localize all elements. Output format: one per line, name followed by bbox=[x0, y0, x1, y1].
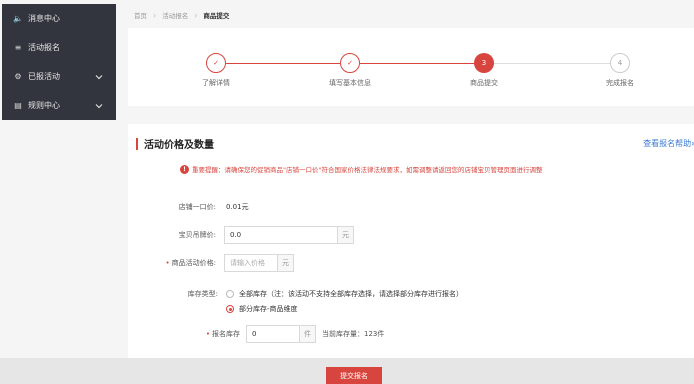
step-number: 4 bbox=[610, 53, 630, 73]
sidebar-item-reported-activities[interactable]: ⚙ 已报活动 bbox=[2, 62, 116, 91]
chevron-right-icon: › bbox=[153, 10, 157, 20]
sidebar-item-label: 活动报名 bbox=[28, 43, 60, 52]
activity-price-label: • 商品活动价格: bbox=[165, 259, 217, 267]
sidebar: 🔈 消息中心 ≡ 活动报名 ⚙ 已报活动 ▤ 规则中心 bbox=[2, 4, 116, 120]
unit-label: 元 bbox=[277, 255, 293, 271]
sidebar-item-label: 消息中心 bbox=[28, 14, 60, 23]
sidebar-item-label: 规则中心 bbox=[28, 101, 60, 110]
progress-steps: ✓ 了解详情 ✓ 填写基本信息 3 商品提交 4 完成报名 bbox=[128, 28, 694, 106]
chevron-right-icon: › bbox=[194, 10, 198, 20]
title-accent-bar bbox=[136, 137, 138, 150]
help-link[interactable]: 查看报名帮助» bbox=[643, 138, 694, 149]
tag-price-row: 宝贝吊牌价: 0.0 元 bbox=[128, 226, 354, 244]
gear-icon: ⚙ bbox=[14, 72, 22, 81]
step-3: 3 商品提交 bbox=[434, 53, 534, 88]
store-price-value: 0.01元 bbox=[226, 203, 249, 211]
check-icon: ✓ bbox=[206, 53, 226, 73]
breadcrumb-home[interactable]: 首页 bbox=[134, 10, 147, 20]
step-2: ✓ 填写基本信息 bbox=[300, 53, 400, 88]
sidebar-item-messages[interactable]: 🔈 消息中心 bbox=[2, 4, 116, 33]
warning-icon: ! bbox=[180, 164, 189, 174]
chevron-down-icon[interactable] bbox=[95, 102, 103, 110]
radio-button[interactable] bbox=[226, 305, 234, 313]
signup-stock-input[interactable]: 0 件 bbox=[246, 325, 316, 343]
step-number: 3 bbox=[474, 53, 494, 73]
inventory-type-label: 库存类型: bbox=[187, 290, 218, 298]
notice-banner: ! 重要提醒：请确保您的促销商品"店铺一口价"符合国家价格法律法规要求，如需调整… bbox=[180, 164, 542, 174]
inventory-option-all[interactable]: 全部库存（注：该活动不支持全部库存选择，请选择部分库存进行报名） bbox=[226, 289, 463, 299]
speaker-icon: 🔈 bbox=[13, 14, 23, 23]
step-label: 了解详情 bbox=[202, 79, 230, 87]
current-stock-text: 当前库存量：123件 bbox=[322, 330, 385, 338]
activity-price-input[interactable]: 请输入价格 元 bbox=[224, 254, 294, 272]
step-1: ✓ 了解详情 bbox=[166, 53, 266, 88]
sidebar-item-label: 已报活动 bbox=[28, 72, 60, 81]
price-quantity-form: 活动价格及数量 查看报名帮助» ! 重要提醒：请确保您的促销商品"店铺一口价"符… bbox=[128, 124, 694, 384]
activity-price-row: • 商品活动价格: 请输入价格 元 bbox=[128, 254, 294, 272]
check-icon: ✓ bbox=[340, 53, 360, 73]
unit-label: 元 bbox=[337, 227, 353, 243]
unit-label: 件 bbox=[299, 326, 315, 342]
step-label: 填写基本信息 bbox=[329, 79, 371, 87]
sidebar-item-activity-signup[interactable]: ≡ 活动报名 bbox=[2, 33, 116, 62]
section-title: 活动价格及数量 bbox=[136, 136, 214, 151]
signup-stock-label: • 报名库存 bbox=[205, 330, 240, 338]
step-label: 商品提交 bbox=[470, 79, 498, 87]
inventory-type-row: 库存类型: 全部库存（注：该活动不支持全部库存选择，请选择部分库存进行报名） bbox=[128, 289, 463, 299]
document-icon: ▤ bbox=[14, 101, 22, 110]
breadcrumb-activity-signup[interactable]: 活动报名 bbox=[162, 10, 188, 20]
notice-text: 重要提醒：请确保您的促销商品"店铺一口价"符合国家价格法律法规要求，如需调整请返… bbox=[192, 166, 543, 174]
signup-stock-row: • 报名库存 0 件 当前库存量：123件 bbox=[128, 325, 384, 343]
chevron-down-icon[interactable] bbox=[95, 73, 103, 81]
sidebar-item-rules-center[interactable]: ▤ 规则中心 bbox=[2, 91, 116, 120]
tag-price-input[interactable]: 0.0 元 bbox=[224, 226, 354, 244]
radio-button[interactable] bbox=[226, 290, 234, 298]
inventory-option-partial[interactable]: 部分库存-商品维度 bbox=[226, 304, 298, 314]
step-4: 4 完成报名 bbox=[570, 53, 670, 88]
bars-icon: ≡ bbox=[14, 43, 22, 52]
store-price-label: 店铺一口价: bbox=[178, 203, 216, 211]
tag-price-label: 宝贝吊牌价: bbox=[178, 231, 216, 239]
breadcrumb-current: 商品提交 bbox=[203, 12, 230, 20]
main-content: 首页 › 活动报名 › 商品提交 ✓ 了解详情 ✓ 填写基本信息 3 商品提交 … bbox=[124, 0, 694, 384]
submit-signup-button[interactable]: 提交报名 bbox=[326, 367, 382, 384]
step-label: 完成报名 bbox=[606, 79, 634, 87]
store-price-row: 店铺一口价: 0.01元 bbox=[128, 202, 249, 212]
breadcrumb: 首页 › 活动报名 › 商品提交 bbox=[134, 10, 230, 21]
